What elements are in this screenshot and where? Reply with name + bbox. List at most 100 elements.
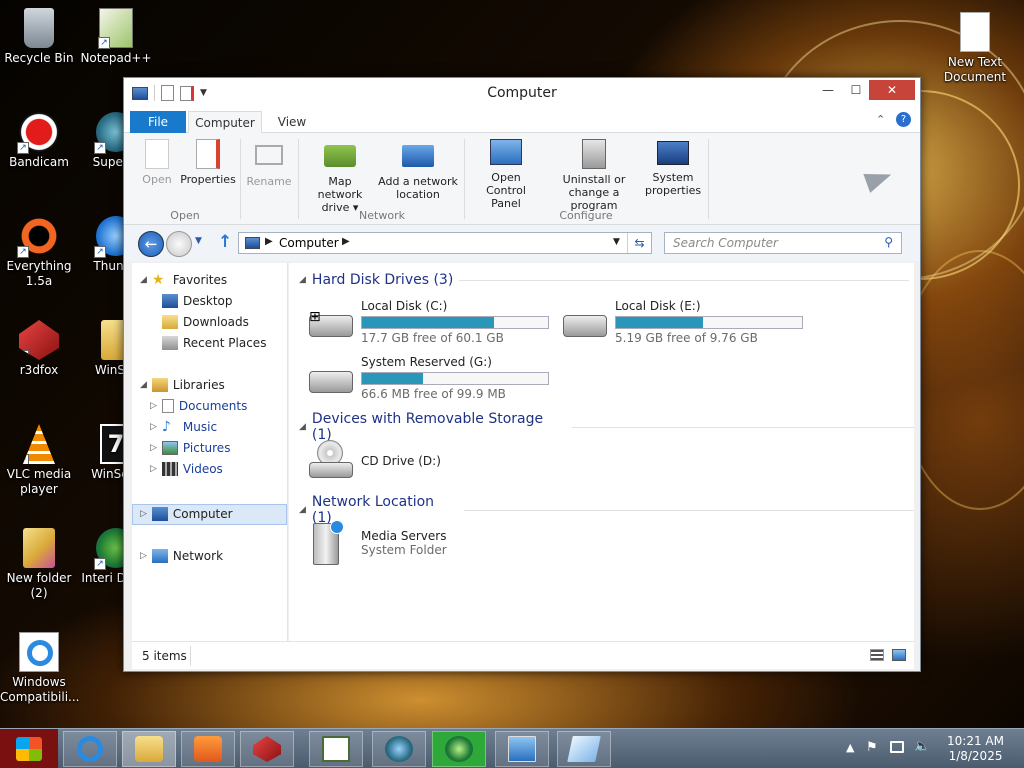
section-removable-storage[interactable]: ◢ Devices with Removable Storage (1) [299,411,914,443]
desktop-icon-notepadpp[interactable]: ↗ Notepad++ [77,8,155,66]
chevron-right-icon: ▶ [342,236,350,247]
uninstall-program-label: Uninstall or change a program [562,173,626,212]
drive-free-space: 66.6 MB free of 99.9 MB [361,387,506,401]
up-arrow-icon[interactable]: ↑ [218,232,232,252]
drive-d-cd[interactable]: CD Drive (D:) [309,440,441,478]
internet-explorer-icon [77,736,103,762]
drive-name: Local Disk (C:) [361,299,448,313]
address-path: Computer [279,236,339,250]
desktop-icon-r3dfox[interactable]: ↗ r3dfox [0,320,78,378]
chevron-right-icon: ▷ [150,443,157,453]
nav-item-desktop[interactable]: Desktop [162,294,233,308]
tab-computer[interactable]: Computer [188,111,262,134]
taskbar-file-explorer[interactable] [122,731,176,767]
maximize-button[interactable]: ☐ [842,80,870,100]
nav-item-libraries[interactable]: ◢ Libraries [140,378,225,392]
folder-icon [23,528,55,568]
address-row: ← ▼ ↑ ▶ Computer ▶ ▼ ⇆ Search Computer ⚲ [124,225,920,261]
address-bar[interactable]: ▶ Computer ▶ ▼ ⇆ [238,232,652,254]
desktop-icon-recycle-bin[interactable]: Recycle Bin [0,8,78,66]
large-icons-view-icon[interactable] [892,649,906,661]
nav-item-favorites[interactable]: ◢ ★ Favorites [140,273,227,287]
taskbar-app-window[interactable] [309,731,363,767]
shortcut-arrow-icon: ↗ [17,246,29,258]
taskbar-media-player[interactable] [181,731,235,767]
drive-e[interactable]: Local Disk (E:) 5.19 GB free of 9.76 GB [563,299,803,345]
tab-file[interactable]: File [130,111,186,133]
desktop-icon-label: r3dfox [19,363,59,377]
nav-item-network[interactable]: ▷ Network [140,549,223,563]
notepad-icon [567,736,601,762]
open-control-panel-button[interactable]: Open Control Panel [468,139,544,210]
title-bar[interactable]: ▼ Computer — ☐ ✕ [124,78,920,109]
nav-item-computer[interactable]: ▷ Computer [140,507,233,521]
ribbon-group-open: Open [170,209,200,222]
nav-item-recent-places[interactable]: Recent Places [162,336,266,350]
search-input[interactable]: Search Computer ⚲ [664,232,902,254]
bandicam-icon: ↗ [17,112,59,154]
chevron-down-icon[interactable]: ▼ [613,237,620,247]
network-status-icon[interactable] [890,741,904,753]
nav-item-music[interactable]: ▷ ♪ Music [150,420,217,434]
system-clock[interactable]: 10:21 AM 1/8/2025 [947,734,1004,764]
add-network-location-button[interactable]: Add a network location [378,139,458,201]
drive-usage-bar [615,316,803,329]
taskbar-r3dfox[interactable] [240,731,294,767]
nav-item-videos[interactable]: ▷ Videos [150,462,223,476]
drive-usage-fill [362,317,495,328]
desktop-icon-everything[interactable]: ↗ Everything 1.5a [0,216,78,289]
browser-icon [385,736,413,762]
desktop-icon-vlc[interactable]: ↗ VLC media player [0,424,78,497]
nav-item-documents[interactable]: ▷ Documents [150,399,247,413]
tab-view[interactable]: View [270,111,314,133]
help-icon[interactable]: ? [896,112,911,127]
section-network-location[interactable]: ◢ Network Location (1) [299,494,914,526]
chevron-up-icon[interactable]: ⌃ [876,113,885,126]
uninstall-program-button[interactable]: Uninstall or change a program [544,139,644,212]
taskbar-browser[interactable] [372,731,426,767]
volume-icon[interactable]: 🔈 [914,739,930,754]
nav-item-pictures[interactable]: ▷ Pictures [150,441,230,455]
section-hard-disk-drives[interactable]: ◢ Hard Disk Drives (3) [299,272,910,288]
pictures-icon [161,441,178,455]
properties-button[interactable]: Properties [180,139,236,186]
text-document-icon [960,12,990,52]
open-button[interactable]: Open [132,139,182,186]
section-title: Devices with Removable Storage (1) [311,411,544,443]
taskbar-notepad[interactable] [557,731,611,767]
explorer-window: ▼ Computer — ☐ ✕ File Computer View ⌃ ? … [123,77,921,672]
taskbar-image-viewer[interactable] [495,731,549,767]
show-hidden-icons-icon[interactable]: ▲ [846,741,854,754]
refresh-button[interactable]: ⇆ [627,233,651,253]
details-view-icon[interactable] [870,649,884,661]
media-servers[interactable]: Media Servers System Folder [313,520,447,565]
desktop-icon-bandicam[interactable]: ↗ Bandicam [0,112,78,170]
desktop-icon-label: Windows Compatibili... [0,675,80,704]
start-button[interactable] [0,729,58,768]
system-properties-button[interactable]: System properties [642,139,704,197]
window-title: Computer [487,85,557,101]
flag-icon[interactable]: ⚑ [866,740,878,755]
desktop-icon-windows-compat[interactable]: Windows Compatibili... [0,632,80,705]
taskbar-internet-explorer[interactable] [63,731,117,767]
collapse-arrow-icon: ◢ [299,422,306,432]
drive-c[interactable]: ⊞ Local Disk (C:) 17.7 GB free of 60.1 G… [309,299,549,345]
close-button[interactable]: ✕ [869,80,915,100]
forward-button[interactable] [166,231,192,257]
system-properties-label: System properties [645,171,702,197]
drive-name: System Reserved (G:) [361,355,492,369]
desktop-icon-new-text-document[interactable]: New Text Document [936,12,1014,85]
desktop-icon-new-folder-2[interactable]: New folder (2) [0,528,78,601]
taskbar-download-manager[interactable] [432,731,486,767]
minimize-button[interactable]: — [814,80,842,100]
nav-item-downloads[interactable]: Downloads [162,315,249,329]
rename-button[interactable]: Rename [244,139,294,188]
media-servers-name: Media Servers [361,529,447,543]
internet-explorer-icon [19,632,59,672]
nav-label: Desktop [183,294,233,308]
back-button[interactable]: ← [138,231,164,257]
drive-g[interactable]: System Reserved (G:) 66.6 MB free of 99.… [309,355,549,401]
shortcut-arrow-icon: ↗ [23,454,29,464]
map-network-drive-button[interactable]: Map network drive ▾ [302,139,378,214]
chevron-down-icon[interactable]: ▼ [195,236,202,246]
